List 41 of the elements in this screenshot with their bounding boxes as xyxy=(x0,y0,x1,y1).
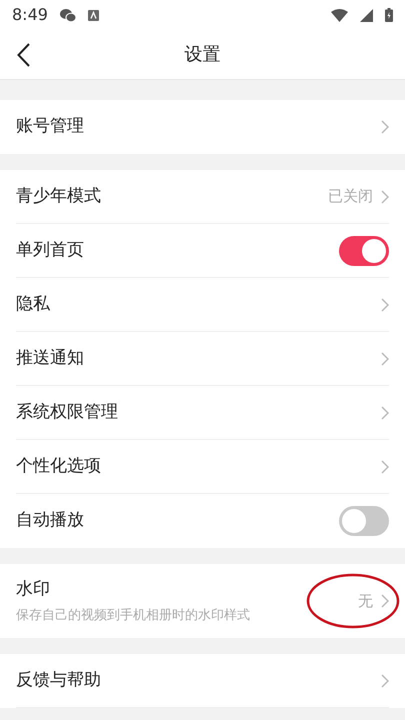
chevron-right-icon xyxy=(381,594,389,608)
row-label: 隐私 xyxy=(16,292,51,316)
chevron-right-icon xyxy=(381,460,389,474)
row-description: 保存自己的视频到手机相册时的水印样式 xyxy=(16,607,251,625)
row-label: 水印 xyxy=(16,578,51,600)
wifi-icon xyxy=(331,8,348,22)
toggle-switch[interactable] xyxy=(339,236,389,266)
row-value: 无 xyxy=(358,590,373,612)
chevron-right-icon xyxy=(381,298,389,312)
settings-row[interactable]: 青少年模式 已关闭 xyxy=(0,170,405,224)
back-icon xyxy=(16,43,30,67)
battery-icon xyxy=(385,8,393,22)
chevron-right-icon xyxy=(381,190,389,204)
chat-icon xyxy=(60,8,76,22)
toggle-switch[interactable] xyxy=(339,506,389,536)
chevron-right-icon xyxy=(381,352,389,366)
row-label: 系统权限管理 xyxy=(16,400,119,424)
signal-icon xyxy=(360,8,373,22)
row-label: 单列首页 xyxy=(16,238,85,262)
settings-row[interactable]: 单列首页 xyxy=(0,224,405,278)
settings-row[interactable]: 推送通知 xyxy=(0,332,405,386)
row-value: 已关闭 xyxy=(328,186,373,208)
row-label: 自动播放 xyxy=(16,509,85,532)
row-label: 推送通知 xyxy=(16,346,85,370)
row-label: 青少年模式 xyxy=(16,184,102,208)
settings-row[interactable]: 系统权限管理 xyxy=(0,386,405,440)
page-title: 设置 xyxy=(184,43,220,67)
chevron-right-icon xyxy=(381,406,389,420)
row-label: 账号管理 xyxy=(16,115,85,138)
status-time: 8:49 xyxy=(12,4,48,26)
settings-row[interactable]: 个性化选项 xyxy=(0,440,405,494)
settings-row[interactable]: 反馈与帮助 xyxy=(0,654,405,708)
settings-row[interactable]: 自动播放 xyxy=(0,494,405,548)
settings-row[interactable]: 隐私 xyxy=(0,278,405,332)
chevron-right-icon xyxy=(381,120,389,134)
settings-row[interactable]: 账号管理 xyxy=(0,100,405,154)
row-label: 个性化选项 xyxy=(16,454,102,478)
row-label: 反馈与帮助 xyxy=(16,668,102,692)
settings-row[interactable]: 水印 保存自己的视频到手机相册时的水印样式 无 xyxy=(0,564,405,638)
chevron-right-icon xyxy=(381,674,389,688)
notification-icon xyxy=(88,10,99,20)
